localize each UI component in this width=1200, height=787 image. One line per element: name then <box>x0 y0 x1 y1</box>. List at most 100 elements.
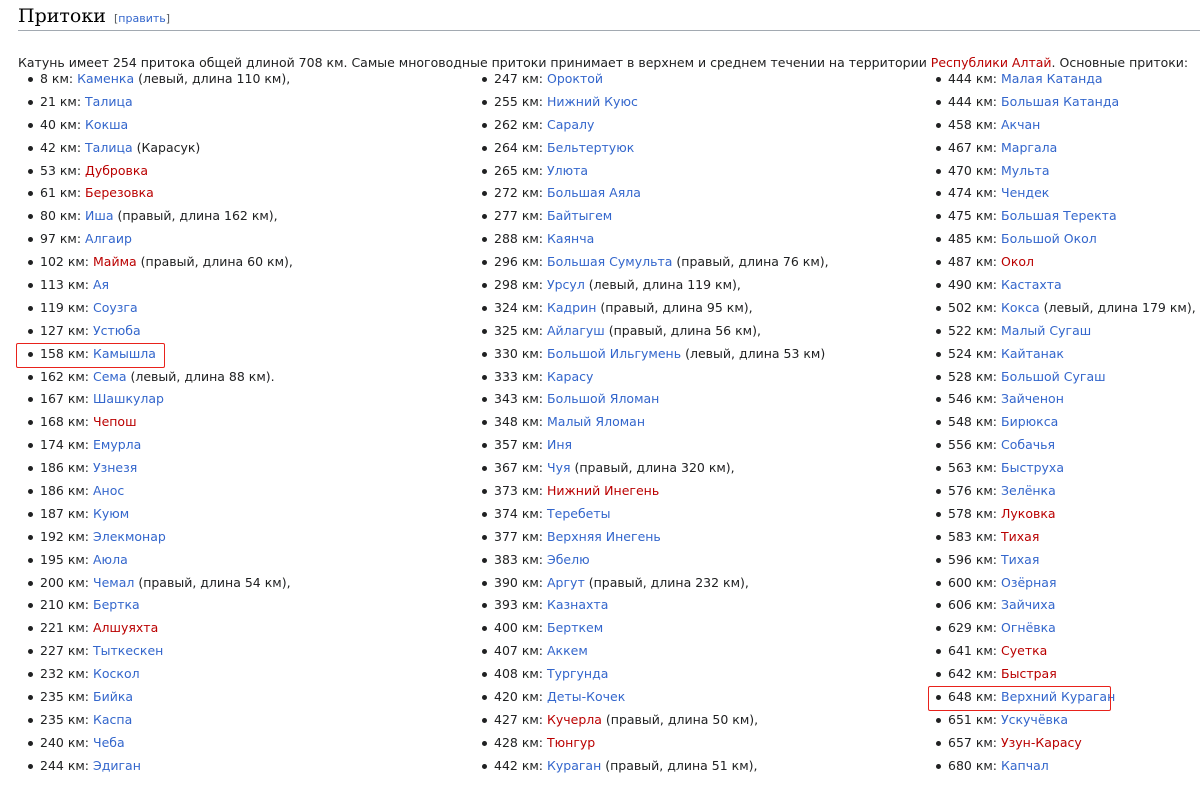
tributary-link[interactable]: Кокса <box>1001 300 1040 315</box>
tributary-link[interactable]: Куюм <box>93 506 129 521</box>
tributary-link[interactable]: Урсул <box>547 277 585 292</box>
tributary-distance: 648 км: <box>948 689 1001 705</box>
tributary-link[interactable]: Тихая <box>1001 529 1039 544</box>
tributary-link[interactable]: Карасу <box>547 369 593 384</box>
tributary-link[interactable]: Эбелю <box>547 552 590 567</box>
tributary-link[interactable]: Иша <box>85 208 113 223</box>
tributary-link[interactable]: Каменка <box>77 71 134 86</box>
tributary-link[interactable]: Большая Теректа <box>1001 208 1117 223</box>
tributary-link[interactable]: Большая Катанда <box>1001 94 1119 109</box>
tributary-link[interactable]: Луковка <box>1001 506 1056 521</box>
tributary-link[interactable]: Тыткескен <box>93 643 163 658</box>
tributary-link[interactable]: Бельтертуюк <box>547 140 634 155</box>
tributary-link[interactable]: Чуя <box>547 460 571 475</box>
tributary-link[interactable]: Улюта <box>547 163 588 178</box>
tributary-link[interactable]: Аюла <box>93 552 128 567</box>
tributary-link[interactable]: Малый Сугаш <box>1001 323 1091 338</box>
tributary-link[interactable]: Нижний Инегень <box>547 483 659 498</box>
tributary-link[interactable]: Нижний Куюс <box>547 94 638 109</box>
tributary-link[interactable]: Собачья <box>1001 437 1055 452</box>
tributary-link[interactable]: Кураган <box>547 758 601 773</box>
tributary-link[interactable]: Верхний Кураган <box>1001 689 1115 704</box>
tributary-link[interactable]: Большой Ильгумень <box>547 346 681 361</box>
tributary-link[interactable]: Озёрная <box>1001 575 1056 590</box>
tributary-link[interactable]: Маргала <box>1001 140 1057 155</box>
tributary-link[interactable]: Большой Сугаш <box>1001 369 1106 384</box>
tributary-link[interactable]: Большой Окол <box>1001 231 1097 246</box>
tributary-link[interactable]: Зайчиха <box>1001 597 1055 612</box>
tributary-link[interactable]: Деты-Кочек <box>547 689 625 704</box>
tributary-link[interactable]: Верхняя Инегень <box>547 529 661 544</box>
tributary-link[interactable]: Зайченон <box>1001 391 1064 406</box>
tributary-link[interactable]: Малая Катанда <box>1001 71 1103 86</box>
tributary-link[interactable]: Кайтанак <box>1001 346 1064 361</box>
tributary-link[interactable]: Чемал <box>93 575 134 590</box>
tributary-link[interactable]: Алшуяхта <box>93 620 158 635</box>
tributary-link[interactable]: Тихая <box>1001 552 1039 567</box>
tributary-link[interactable]: Майма <box>93 254 137 269</box>
tributary-link[interactable]: Аккем <box>547 643 588 658</box>
tributary-link[interactable]: Байтыгем <box>547 208 612 223</box>
tributary-link[interactable]: Иня <box>547 437 572 452</box>
tributary-link[interactable]: Соузга <box>93 300 138 315</box>
tributary-link[interactable]: Кучерла <box>547 712 602 727</box>
tributary-link[interactable]: Окол <box>1001 254 1034 269</box>
tributary-link[interactable]: Талица <box>85 94 133 109</box>
tributary-link[interactable]: Саралу <box>547 117 594 132</box>
tributary-link[interactable]: Шашкулар <box>93 391 164 406</box>
tributary-link[interactable]: Чендек <box>1001 185 1049 200</box>
tributary-link[interactable]: Тюнгур <box>547 735 595 750</box>
tributary-link[interactable]: Тургунда <box>547 666 608 681</box>
tributary-link[interactable]: Акчан <box>1001 117 1040 132</box>
tributary-link[interactable]: Казнахта <box>547 597 608 612</box>
tributary-link[interactable]: Берткем <box>547 620 603 635</box>
tributary-link[interactable]: Березовка <box>85 185 154 200</box>
tributary-link[interactable]: Талица <box>85 140 133 155</box>
tributary-link[interactable]: Огнёвка <box>1001 620 1056 635</box>
tributary-link[interactable]: Чепош <box>93 414 137 429</box>
tributary-link[interactable]: Каянча <box>547 231 594 246</box>
tributary-link[interactable]: Каспа <box>93 712 132 727</box>
list-item: 428 км: Тюнгур <box>482 733 912 756</box>
tributary-link[interactable]: Узнезя <box>93 460 137 475</box>
tributary-link[interactable]: Алгаир <box>85 231 132 246</box>
tributary-link[interactable]: Узун-Карасу <box>1001 735 1082 750</box>
tributary-link[interactable]: Аргут <box>547 575 585 590</box>
tributary-link[interactable]: Суетка <box>1001 643 1047 658</box>
intro-link-altai[interactable]: Республики Алтай <box>931 55 1052 70</box>
tributary-link[interactable]: Большая Аяла <box>547 185 641 200</box>
tributary-link[interactable]: Капчал <box>1001 758 1049 773</box>
tributary-link[interactable]: Быструха <box>1001 460 1064 475</box>
tributary-link[interactable]: Элекмонар <box>93 529 166 544</box>
tributary-link[interactable]: Бийка <box>93 689 133 704</box>
tributary-link[interactable]: Анос <box>93 483 124 498</box>
tributary-link[interactable]: Емурла <box>93 437 141 452</box>
tributary-link[interactable]: Дубровка <box>85 163 148 178</box>
tributary-link[interactable]: Зелёнка <box>1001 483 1056 498</box>
tributary-link[interactable]: Бертка <box>93 597 140 612</box>
list-item: 113 км: Ая <box>28 275 458 298</box>
tributary-link[interactable]: Быстрая <box>1001 666 1057 681</box>
tributary-link[interactable]: Айлагуш <box>547 323 605 338</box>
list-item: 187 км: Куюм <box>28 504 458 527</box>
tributary-link[interactable]: Большая Сумульта <box>547 254 672 269</box>
tributary-link[interactable]: Большой Яломан <box>547 391 659 406</box>
tributary-distance: 272 км: <box>494 185 547 201</box>
tributary-link[interactable]: Мульта <box>1001 163 1049 178</box>
tributary-link[interactable]: Сема <box>93 369 127 384</box>
tributary-link[interactable]: Эдиган <box>93 758 141 773</box>
tributary-link[interactable]: Кадрин <box>547 300 596 315</box>
tributary-link[interactable]: Ая <box>93 277 109 292</box>
tributary-link[interactable]: Кокша <box>85 117 128 132</box>
tributary-link[interactable]: Чеба <box>93 735 125 750</box>
edit-section-button[interactable]: править <box>118 12 165 25</box>
tributary-link[interactable]: Коскол <box>93 666 140 681</box>
tributary-link[interactable]: Камышла <box>93 346 156 361</box>
tributary-link[interactable]: Ускучёвка <box>1001 712 1068 727</box>
tributary-link[interactable]: Малый Яломан <box>547 414 645 429</box>
tributary-link[interactable]: Бирюкса <box>1001 414 1058 429</box>
tributary-link[interactable]: Ороктой <box>547 71 603 86</box>
tributary-link[interactable]: Устюба <box>93 323 141 338</box>
tributary-link[interactable]: Кастахта <box>1001 277 1062 292</box>
tributary-link[interactable]: Теребеты <box>547 506 611 521</box>
